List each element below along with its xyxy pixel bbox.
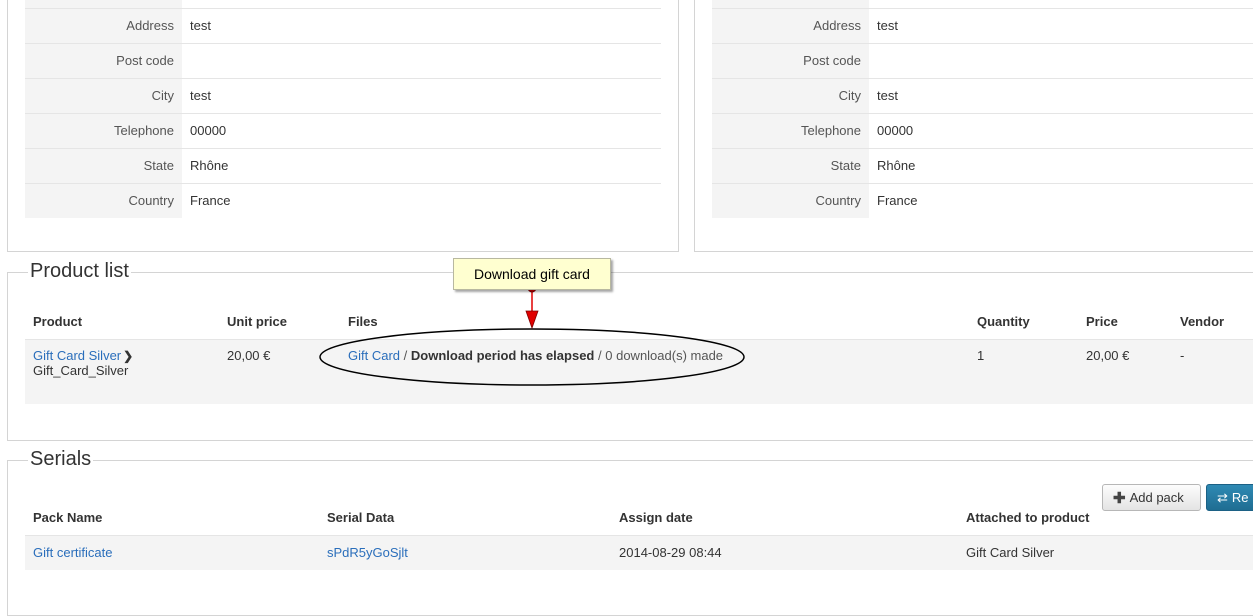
shipping-state-row: State Rhône	[712, 148, 1253, 184]
shipping-city-row: City test	[712, 78, 1253, 114]
field-label: Country	[712, 183, 869, 218]
field-label: Telephone	[712, 113, 869, 149]
field-label: Telephone	[25, 113, 182, 149]
table-row: Gift Card Silver ❯ Gift_Card_Silver 20,00…	[25, 339, 1253, 404]
billing-address-panel: Address test Post code City test Telephone…	[7, 0, 679, 252]
serial-data-cell: sPdR5yGoSjlt	[319, 535, 611, 570]
field-value: test	[869, 8, 1253, 44]
field-label: State	[25, 148, 182, 184]
field-value: 00000	[182, 113, 661, 149]
chevron-right-icon[interactable]: ❯	[123, 349, 133, 363]
billing-city-row: City test	[25, 78, 661, 114]
field-value: 00000	[869, 113, 1253, 149]
vendor-cell: -	[1172, 339, 1253, 404]
column-header-attached-product: Attached to product	[958, 500, 1253, 536]
separator: /	[403, 347, 408, 363]
serial-data-link[interactable]: sPdR5yGoSjlt	[327, 545, 408, 560]
field-label: Post code	[712, 43, 869, 79]
annotation-callout: Download gift card	[453, 258, 611, 290]
serials-section: Serials ✚ Add pack ⇄ Re Pack Name Serial…	[7, 446, 1253, 616]
billing-address-row: Address test	[25, 8, 661, 44]
product-list-section: Product list Product Unit price Files Qu…	[7, 258, 1253, 441]
field-label: City	[25, 78, 182, 114]
field-value: France	[190, 193, 231, 209]
unit-price-cell: 20,00 €	[219, 339, 340, 404]
product-table: Product Unit price Files Quantity Price …	[25, 304, 1253, 404]
column-header-product: Product	[25, 304, 219, 340]
product-list-title: Product list	[28, 258, 131, 284]
billing-postcode-row: Post code	[25, 43, 661, 79]
billing-state-row: State Rhône	[25, 148, 661, 184]
shipping-postcode-row: Post code	[712, 43, 1253, 79]
pack-name-link[interactable]: Gift certificate	[33, 545, 112, 560]
price-cell: 20,00 €	[1078, 339, 1172, 404]
shipping-telephone-row: Telephone 00000	[712, 113, 1253, 149]
attached-product-cell: Gift Card Silver	[958, 535, 1253, 570]
field-label: Post code	[25, 43, 182, 79]
field-label: Address	[712, 8, 869, 44]
shipping-address-row: Address test	[712, 8, 1253, 44]
serials-title: Serials	[28, 446, 94, 472]
field-value: Rhône	[869, 148, 1253, 184]
column-header-serial-data: Serial Data	[319, 500, 611, 536]
field-label: City	[712, 78, 869, 114]
download-count: 0 download(s) made	[605, 347, 724, 363]
quantity-cell: 1	[969, 339, 1078, 404]
column-header-unit-price: Unit price	[219, 304, 340, 340]
column-header-vendor: Vendor	[1172, 304, 1253, 340]
field-value: test	[869, 78, 1253, 114]
field-value: Rhône	[182, 148, 661, 184]
billing-telephone-row: Telephone 00000	[25, 113, 661, 149]
column-header-quantity: Quantity	[969, 304, 1078, 340]
shipping-country-row: Country France	[712, 183, 1253, 218]
billing-country-row: Country France	[25, 183, 661, 218]
download-status: Download period has elapsed	[410, 347, 595, 363]
field-value: test	[182, 8, 661, 44]
pack-name-cell: Gift certificate	[25, 535, 319, 570]
field-label: Address	[25, 8, 182, 44]
column-header-price: Price	[1078, 304, 1172, 340]
product-code: Gift_Card_Silver	[33, 362, 129, 378]
field-value: test	[182, 78, 661, 114]
column-header-pack-name: Pack Name	[25, 500, 319, 536]
separator: /	[598, 347, 602, 363]
shipping-address-panel: Address test Post code City test Telephone…	[694, 0, 1253, 252]
files-cell: Gift Card / Download period has elapsed …	[340, 339, 969, 404]
table-row: Gift certificate sPdR5yGoSjlt 2014-08-29…	[25, 535, 1253, 570]
field-label: Country	[25, 183, 182, 218]
column-header-files: Files	[340, 304, 969, 340]
field-label: State	[712, 148, 869, 184]
field-value: France	[877, 193, 918, 209]
serials-table: Pack Name Serial Data Assign date Attach…	[25, 500, 1253, 570]
billing-address-table: Address test Post code City test Telephone…	[25, 0, 661, 218]
assign-date-cell: 2014-08-29 08:44	[611, 535, 958, 570]
field-value	[182, 43, 661, 79]
column-header-assign-date: Assign date	[611, 500, 958, 536]
field-value	[869, 43, 1253, 79]
shipping-address-table: Address test Post code City test Telephone…	[712, 0, 1253, 218]
product-link[interactable]: Gift Card Silver	[33, 348, 121, 363]
file-download-link[interactable]: Gift Card	[348, 348, 400, 363]
product-cell: Gift Card Silver ❯ Gift_Card_Silver	[25, 339, 219, 404]
